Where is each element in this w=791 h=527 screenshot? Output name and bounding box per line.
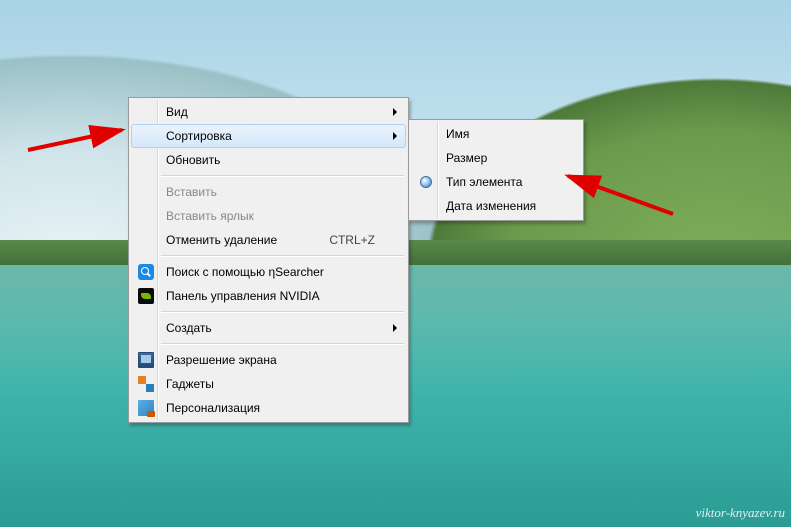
sort-by-date-modified[interactable]: Дата изменения — [411, 194, 581, 218]
menu-item-label: Вставить — [166, 185, 217, 199]
personalization-icon — [138, 400, 154, 416]
submenu-arrow-icon — [393, 324, 397, 332]
menu-item-label: Размер — [446, 151, 487, 165]
menu-item-screen-resolution[interactable]: Разрешение экрана — [131, 348, 406, 372]
menu-item-label: Панель управления NVIDIA — [166, 289, 320, 303]
menu-item-undo-delete[interactable]: Отменить удаление CTRL+Z — [131, 228, 406, 252]
menu-item-label: Отменить удаление — [166, 233, 277, 247]
menu-item-nvidia-panel[interactable]: Панель управления NVIDIA — [131, 284, 406, 308]
menu-item-label: Вид — [166, 105, 188, 119]
menu-item-personalization[interactable]: Персонализация — [131, 396, 406, 420]
radio-selected-icon — [418, 174, 434, 190]
menu-item-nsearcher[interactable]: Поиск с помощью ηSearcher — [131, 260, 406, 284]
menu-item-shortcut: CTRL+Z — [305, 233, 375, 247]
nvidia-icon — [138, 288, 154, 304]
submenu-arrow-icon — [393, 132, 397, 140]
monitor-icon — [138, 352, 154, 368]
menu-item-refresh[interactable]: Обновить — [131, 148, 406, 172]
sort-by-type[interactable]: Тип элемента — [411, 170, 581, 194]
menu-item-gadgets[interactable]: Гаджеты — [131, 372, 406, 396]
menu-item-sort[interactable]: Сортировка — [131, 124, 406, 148]
menu-separator — [161, 311, 404, 313]
menu-item-label: Обновить — [166, 153, 220, 167]
menu-item-label: Персонализация — [166, 401, 260, 415]
menu-item-label: Имя — [446, 127, 469, 141]
menu-item-label: Поиск с помощью ηSearcher — [166, 265, 324, 279]
menu-separator — [161, 255, 404, 257]
menu-item-view[interactable]: Вид — [131, 100, 406, 124]
menu-item-create[interactable]: Создать — [131, 316, 406, 340]
menu-item-label: Вставить ярлык — [166, 209, 254, 223]
search-icon — [138, 264, 154, 280]
sort-by-name[interactable]: Имя — [411, 122, 581, 146]
menu-separator — [161, 343, 404, 345]
desktop-context-menu: Вид Сортировка Обновить Вставить Вставит… — [128, 97, 409, 423]
menu-item-label: Тип элемента — [446, 175, 522, 189]
menu-separator — [161, 175, 404, 177]
menu-item-label: Сортировка — [166, 129, 232, 143]
menu-item-paste-shortcut: Вставить ярлык — [131, 204, 406, 228]
menu-item-paste: Вставить — [131, 180, 406, 204]
menu-item-label: Дата изменения — [446, 199, 536, 213]
gadgets-icon — [138, 376, 154, 392]
desktop-wallpaper[interactable]: Вид Сортировка Обновить Вставить Вставит… — [0, 0, 791, 527]
menu-item-label: Разрешение экрана — [166, 353, 277, 367]
sort-by-size[interactable]: Размер — [411, 146, 581, 170]
sort-submenu: Имя Размер Тип элемента Дата изменения — [408, 119, 584, 221]
submenu-arrow-icon — [393, 108, 397, 116]
menu-item-label: Создать — [166, 321, 212, 335]
menu-item-label: Гаджеты — [166, 377, 214, 391]
